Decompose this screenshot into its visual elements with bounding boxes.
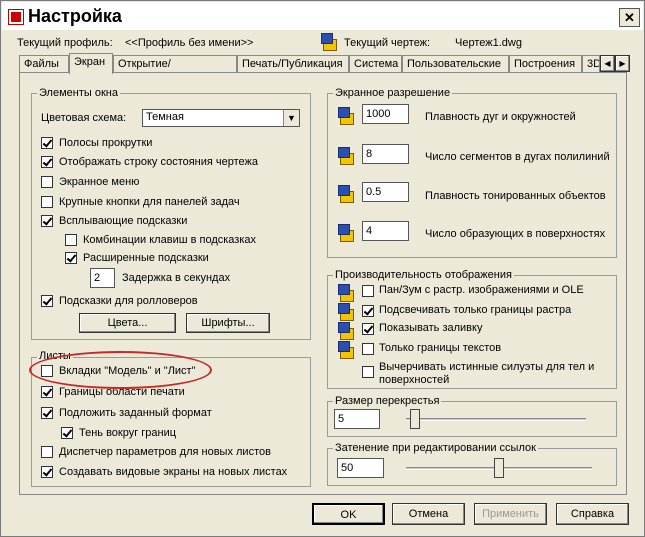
pan-zoom-icon bbox=[338, 284, 356, 302]
text-frame-icon bbox=[338, 341, 356, 359]
xref-fade-input[interactable] bbox=[337, 458, 384, 478]
tab-scroll-right-button[interactable]: ▶ bbox=[615, 55, 630, 72]
shortcut-keys-label: Комбинации клавиш в подсказках bbox=[83, 234, 257, 246]
fonts-button[interactable]: Шрифты... bbox=[186, 313, 270, 333]
tab-3d[interactable]: 3D bbox=[582, 55, 600, 73]
create-viewport-checkbox[interactable] bbox=[41, 466, 53, 478]
rollover-tooltips-checkbox[interactable] bbox=[41, 295, 53, 307]
crosshair-slider-thumb[interactable] bbox=[410, 409, 420, 429]
text-frame-checkbox[interactable] bbox=[362, 343, 374, 355]
polyline-segments-input[interactable] bbox=[362, 144, 409, 164]
tab-system[interactable]: Система bbox=[349, 55, 402, 73]
rollover-tooltips-label: Подсказки для ролловеров bbox=[59, 295, 198, 307]
raster-frame-checkbox[interactable] bbox=[362, 305, 374, 317]
arc-smoothness-icon bbox=[338, 107, 356, 125]
crosshair-size-input[interactable] bbox=[334, 409, 380, 429]
cancel-button[interactable]: Отмена bbox=[392, 503, 465, 525]
scrollbars-checkbox[interactable] bbox=[41, 137, 53, 149]
pan-zoom-raster-label: Пан/Зум с растр. изображениями и OLE bbox=[379, 284, 584, 296]
paper-background-label: Подложить заданный формат bbox=[59, 407, 212, 419]
rendered-smoothness-label: Плавность тонированных объектов bbox=[425, 190, 606, 202]
printable-area-checkbox[interactable] bbox=[41, 386, 53, 398]
contour-lines-label: Число образующих в поверхностях bbox=[425, 228, 606, 240]
display-performance-title: Производительность отображения bbox=[333, 269, 514, 281]
window-title: Настройка bbox=[28, 6, 122, 26]
rendered-smoothness-icon bbox=[338, 185, 356, 203]
tooltips-checkbox[interactable] bbox=[41, 215, 53, 227]
help-button[interactable]: Справка bbox=[556, 503, 629, 525]
tab-files[interactable]: Файлы bbox=[19, 55, 69, 73]
paper-background-checkbox[interactable] bbox=[41, 407, 53, 419]
display-resolution-title: Экранное разрешение bbox=[333, 87, 453, 99]
extended-tooltips-checkbox[interactable] bbox=[65, 252, 77, 264]
polyline-segments-label: Число сегментов в дугах полилиний bbox=[425, 151, 610, 163]
page-setup-manager-checkbox[interactable] bbox=[41, 446, 53, 458]
tab-user[interactable]: Пользовательские bbox=[402, 55, 509, 73]
title-bar: Настройка ✕ bbox=[2, 2, 643, 30]
arc-smoothness-input[interactable] bbox=[362, 104, 409, 124]
tab-scroll-left-button[interactable]: ◀ bbox=[600, 55, 615, 72]
solid-fill-icon bbox=[338, 322, 356, 340]
large-buttons-label: Крупные кнопки для панелей задач bbox=[59, 196, 240, 208]
profile-label: Текущий профиль: bbox=[17, 37, 113, 49]
pan-zoom-raster-checkbox[interactable] bbox=[362, 285, 374, 297]
drawing-value: Чертеж1.dwg bbox=[455, 37, 522, 49]
tab-plot-publish[interactable]: Печать/Публикация bbox=[237, 55, 349, 73]
contour-lines-input[interactable] bbox=[362, 221, 409, 241]
paper-shadow-label: Тень вокруг границ bbox=[79, 427, 177, 439]
text-frame-label: Только границы текстов bbox=[379, 342, 502, 354]
screen-menu-label: Экранное меню bbox=[59, 176, 140, 188]
tooltips-label: Всплывающие подсказки bbox=[59, 215, 188, 227]
status-bar-checkbox[interactable] bbox=[41, 156, 53, 168]
solid-fill-label: Показывать заливку bbox=[379, 322, 483, 334]
arc-smoothness-label: Плавность дуг и окружностей bbox=[425, 111, 576, 123]
profile-value: <<Профиль без имени>> bbox=[125, 37, 254, 49]
colors-button[interactable]: Цвета... bbox=[79, 313, 176, 333]
screen-menu-checkbox[interactable] bbox=[41, 176, 53, 188]
extended-tooltips-label: Расширенные подсказки bbox=[83, 252, 209, 264]
options-dialog: Настройка ✕ Текущий профиль: <<Профиль б… bbox=[0, 0, 645, 537]
app-icon bbox=[8, 9, 24, 25]
close-button[interactable]: ✕ bbox=[619, 8, 640, 27]
xref-fade-title: Затенение при редактировании ссылок bbox=[333, 442, 538, 454]
status-bar-label: Отображать строку состояния чертежа bbox=[59, 156, 259, 168]
crosshair-slider-track[interactable] bbox=[406, 418, 586, 421]
rendered-smoothness-input[interactable] bbox=[362, 182, 409, 202]
window-elements-title: Элементы окна bbox=[37, 87, 120, 99]
drawing-icon bbox=[321, 33, 339, 51]
crosshair-size-title: Размер перекрестья bbox=[333, 395, 442, 407]
true-silhouettes-checkbox[interactable] bbox=[362, 366, 374, 378]
large-buttons-checkbox[interactable] bbox=[41, 196, 53, 208]
chevron-down-icon[interactable]: ▼ bbox=[283, 110, 299, 126]
true-silhouettes-label-line2: поверхностей bbox=[379, 374, 450, 386]
highlight-ellipse bbox=[29, 351, 212, 389]
color-scheme-label: Цветовая схема: bbox=[41, 112, 127, 124]
create-viewport-label: Создавать видовые экраны на новых листах bbox=[59, 466, 288, 478]
tab-drafting[interactable]: Построения bbox=[509, 55, 582, 73]
delay-seconds-input[interactable] bbox=[90, 268, 115, 288]
color-scheme-select[interactable]: Темная ▼ bbox=[142, 109, 300, 127]
paper-shadow-checkbox[interactable] bbox=[61, 427, 73, 439]
true-silhouettes-label: Вычерчивать истинные силуэты для тел и bbox=[379, 361, 595, 373]
tab-open-save[interactable]: Открытие/Сохранение bbox=[113, 55, 237, 83]
page-setup-manager-label: Диспетчер параметров для новых листов bbox=[59, 446, 271, 458]
raster-frame-label: Подсвечивать только границы растра bbox=[379, 304, 572, 316]
apply-button[interactable]: Применить bbox=[474, 503, 547, 525]
raster-frame-icon bbox=[338, 303, 356, 321]
solid-fill-checkbox[interactable] bbox=[362, 323, 374, 335]
drawing-label: Текущий чертеж: bbox=[344, 37, 431, 49]
delay-seconds-label: Задержка в секундах bbox=[122, 272, 231, 284]
ok-button[interactable]: OK bbox=[312, 503, 385, 525]
xref-fade-slider-thumb[interactable] bbox=[494, 458, 504, 478]
contour-lines-icon bbox=[338, 224, 356, 242]
color-scheme-value: Темная bbox=[146, 111, 184, 123]
shortcut-keys-checkbox[interactable] bbox=[65, 234, 77, 246]
polyline-segments-icon bbox=[338, 147, 356, 165]
tab-display[interactable]: Экран bbox=[69, 53, 113, 74]
scrollbars-label: Полосы прокрутки bbox=[59, 137, 153, 149]
